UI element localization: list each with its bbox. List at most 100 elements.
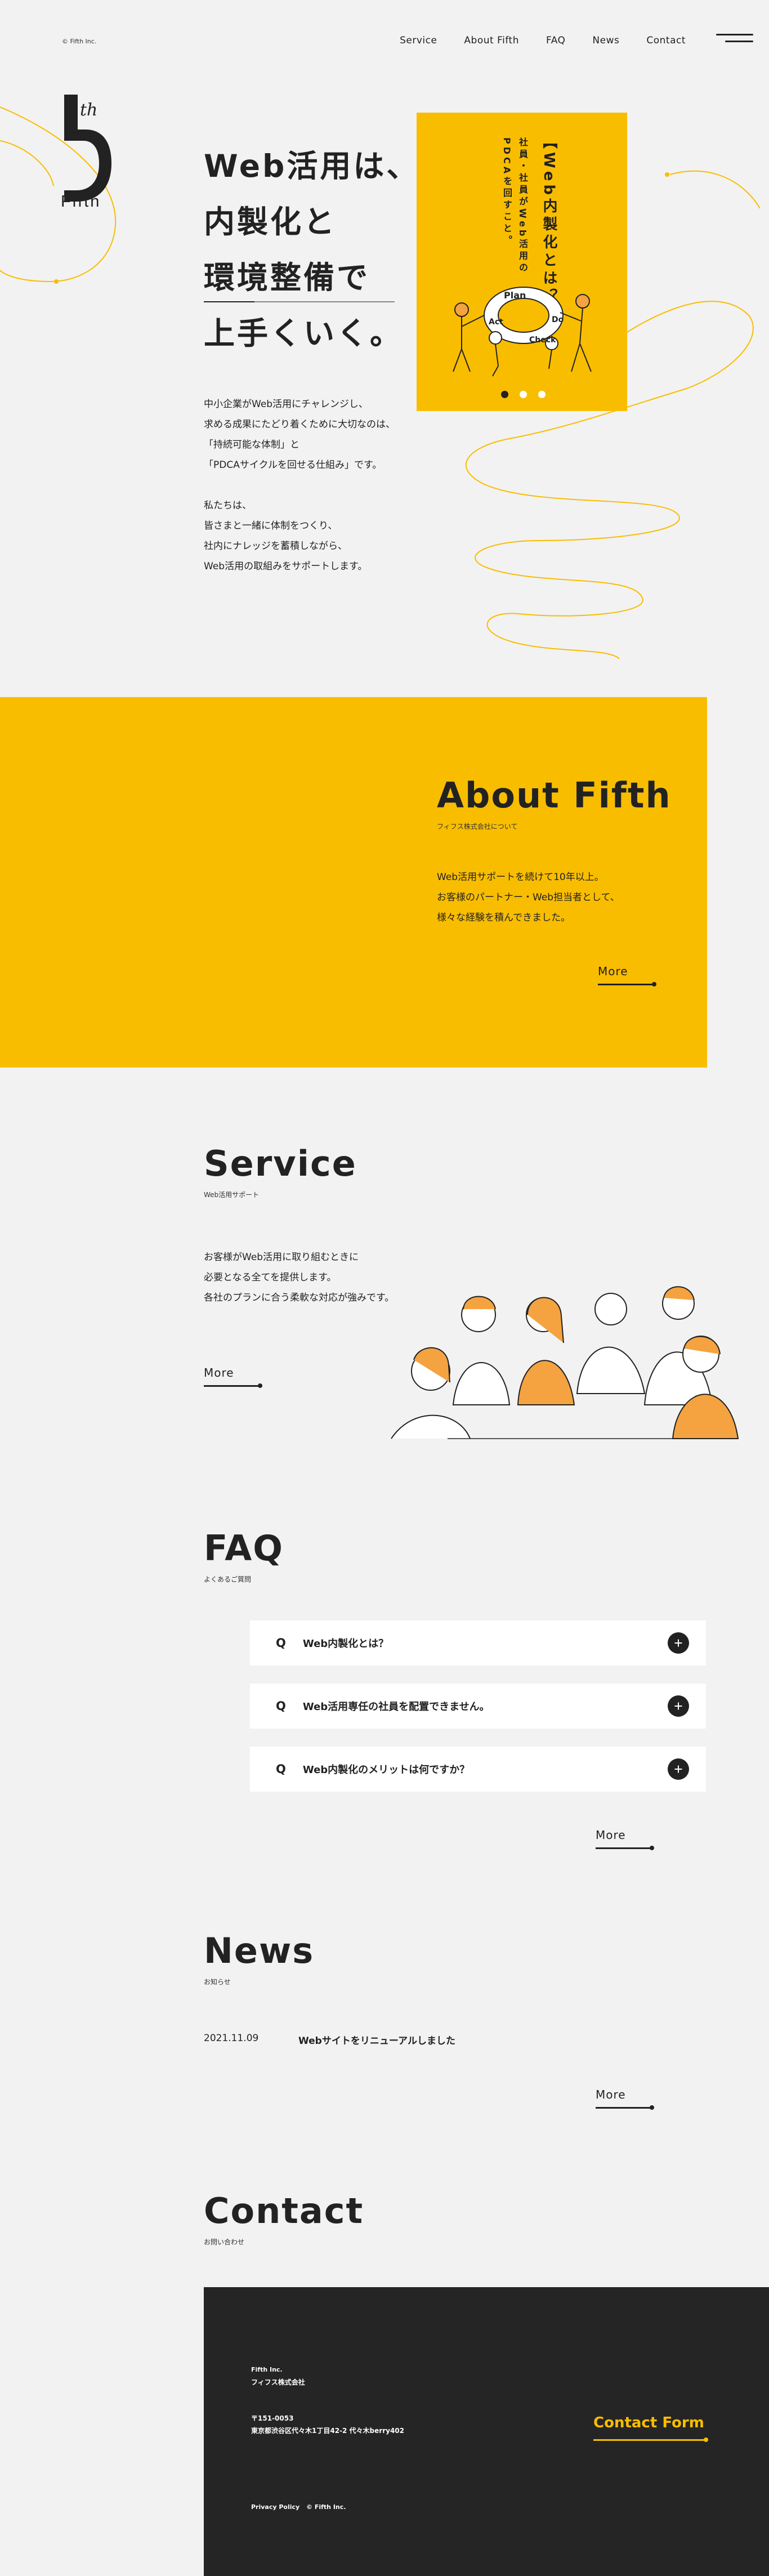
pdca-illustration: Plan Do Check Act [453,287,592,377]
plus-icon[interactable] [668,1632,689,1654]
privacy-policy-link[interactable]: Privacy Policy [251,2503,299,2511]
faq-question: Web活用専任の社員を配置できません。 [302,1701,490,1713]
hero-text-line: Web活用の取組みをサポートします。 [204,561,368,572]
slider-dot[interactable] [501,391,508,398]
nav-faq[interactable]: FAQ [546,35,565,46]
more-label: More [204,1366,234,1379]
hero-paragraph: 中小企業がWeb活用にチャレンジし、 求める成果にたどり着くために大切なのは、 … [204,394,406,475]
plus-icon[interactable] [668,1695,689,1717]
slider-dot[interactable] [520,391,527,398]
hero-text-line: 社内にナレッジを蓄積しながら、 [204,541,347,552]
footer: Fifth Inc. フィフス株式会社 〒151-0053 東京都渋谷区代々木1… [204,2287,769,2576]
arrow-line-icon [596,2105,654,2110]
faq-item[interactable]: Q Web内製化とは？ [250,1620,706,1666]
hero-description: 中小企業がWeb活用にチャレンジし、 求める成果にたどり着くために大切なのは、 … [204,394,406,597]
main-nav: Service About Fifth FAQ News Contact [373,35,686,46]
card-sub-line: 社員・社員がWeb活用の [517,137,528,275]
contact-subheading: お問い合わせ [204,2238,245,2246]
footer-company-ja: フィフス株式会社 [251,2378,305,2386]
contact-heading: Contact [204,2190,364,2231]
hero-title-line: Web活用は、 [204,148,420,184]
arrow-line-icon [204,1383,262,1388]
header-copyright: © Fifth Inc. [62,38,97,45]
faq-item[interactable]: Q Web活用専任の社員を配置できません。 [250,1684,706,1729]
contact-form-label: Contact Form [593,2414,704,2431]
about-more-link[interactable]: More [598,965,656,986]
logo-wordmark: Fifth [61,193,101,211]
about-text-line: 様々な経験を積んできました。 [437,912,571,923]
news-heading-block: News お知らせ [204,1930,314,1986]
service-subheading: Web活用サポート [204,1191,260,1199]
faq-q-label: Q [276,1636,286,1650]
hero-text-line: 中小企業がWeb活用にチャレンジし、 [204,399,368,410]
more-label: More [596,1828,626,1842]
news-date: 2021.11.09 [204,2033,259,2044]
nav-contact[interactable]: Contact [646,35,686,46]
service-description: お客様がWeb活用に取り組むときに 必要となる全てを提供します。 各社のプランに… [204,1247,395,1308]
card-subtitle: 社員・社員がWeb活用の PDCAを回すこと。 [499,137,530,274]
about-description: Web活用サポートを続けて10年以上。 お客様のパートナー・Web担当者として、… [437,867,662,928]
hero-title-line: 環境整備で [204,262,419,302]
service-text-line: 各社のプランに合う柔軟な対応が強みです。 [204,1292,395,1303]
nav-news[interactable]: News [592,35,619,46]
faq-question: Web内製化のメリットは何ですか？ [302,1764,470,1776]
about-heading: About Fifth [437,775,672,816]
nav-about[interactable]: About Fifth [464,35,519,46]
contact-form-link[interactable]: Contact Form [593,2414,708,2442]
faq-q-label: Q [276,1699,286,1713]
faq-item[interactable]: Q Web内製化のメリットは何ですか？ [250,1747,706,1792]
nav-service[interactable]: Service [400,35,437,46]
faq-more-link[interactable]: More [596,1828,654,1850]
news-item[interactable]: 2021.11.09 Webサイトをリニューアルしました [204,2033,455,2047]
more-label: More [598,965,628,978]
hero-text-line: 私たちは、 [204,500,252,511]
hero-title-line: 内製化と [204,204,337,240]
arrow-line-icon [593,2437,708,2442]
faq-subheading: よくあるご質問 [204,1575,252,1583]
hero-text-line: 皆さまと一緒に体制をつくり、 [204,520,338,532]
service-text-line: お客様がWeb活用に取り組むときに [204,1252,359,1263]
hero-text-line: 「PDCAサイクルを回せる仕組み」です。 [204,459,382,471]
illust-word-check: Check [529,336,556,345]
logo-superscript: th [80,100,98,120]
menu-bar [725,41,753,42]
news-subheading: お知らせ [204,1978,231,1986]
hero-paragraph: 私たちは、 皆さまと一緒に体制をつくり、 社内にナレッジを蓄積しながら、 Web… [204,495,406,577]
news-heading: News [204,1930,315,1971]
faq-list: Q Web内製化とは？ Q Web活用専任の社員を配置できません。 Q Web内… [250,1620,706,1810]
faq-question: Web内製化とは？ [302,1638,389,1650]
slider-dot[interactable] [538,391,546,398]
plus-icon[interactable] [668,1758,689,1780]
hero-text-line: 「持続可能な体制」と [204,439,299,450]
menu-bar [716,34,753,35]
arrow-line-icon [596,1846,654,1850]
service-heading-block: Service Web活用サポート [204,1143,357,1199]
news-more-link[interactable]: More [596,2088,654,2110]
about-text-line: Web活用サポートを続けて10年以上。 [437,872,604,883]
illust-word-do: Do [552,315,564,324]
service-text-line: 必要となる全てを提供します。 [204,1272,337,1283]
faq-q-label: Q [276,1762,286,1776]
illust-word-act: Act [489,318,503,327]
hamburger-icon[interactable] [716,33,753,46]
news-title: Webサイトをリニューアルしました [298,2035,455,2047]
footer-copyright: © Fifth Inc. [306,2503,346,2511]
service-more-link[interactable]: More [204,1366,262,1388]
arrow-line-icon [598,982,656,986]
hero-text-line: 求める成果にたどり着くために大切なのは、 [204,419,395,430]
illust-word-plan: Plan [504,290,526,301]
card-sub-line: PDCAを回すこと。 [502,137,512,248]
hero-title: Web活用は、 内製化と 環境整備で 上手くいく。 [204,151,419,374]
hero-slider-card[interactable]: 【Web内製化とは？】 社員・社員がWeb活用の PDCAを回すこと。 Plan… [417,113,627,411]
hero-title-line: 上手くいく。 [204,315,404,351]
faq-heading-block: FAQ よくあるご質問 [204,1528,284,1584]
more-label: More [596,2088,626,2101]
footer-address: 東京都渋谷区代々木1丁目42-2 代々木berry402 [251,2427,404,2435]
about-heading-block: About Fifth フィフス株式会社について [437,775,672,831]
service-heading: Service [204,1143,357,1184]
footer-company-en: Fifth Inc. [251,2366,283,2373]
about-subheading: フィフス株式会社について [437,823,518,831]
team-meeting-illustration [391,1286,739,1439]
contact-heading-block: Contact お問い合わせ [204,2190,364,2247]
faq-heading: FAQ [204,1528,284,1569]
